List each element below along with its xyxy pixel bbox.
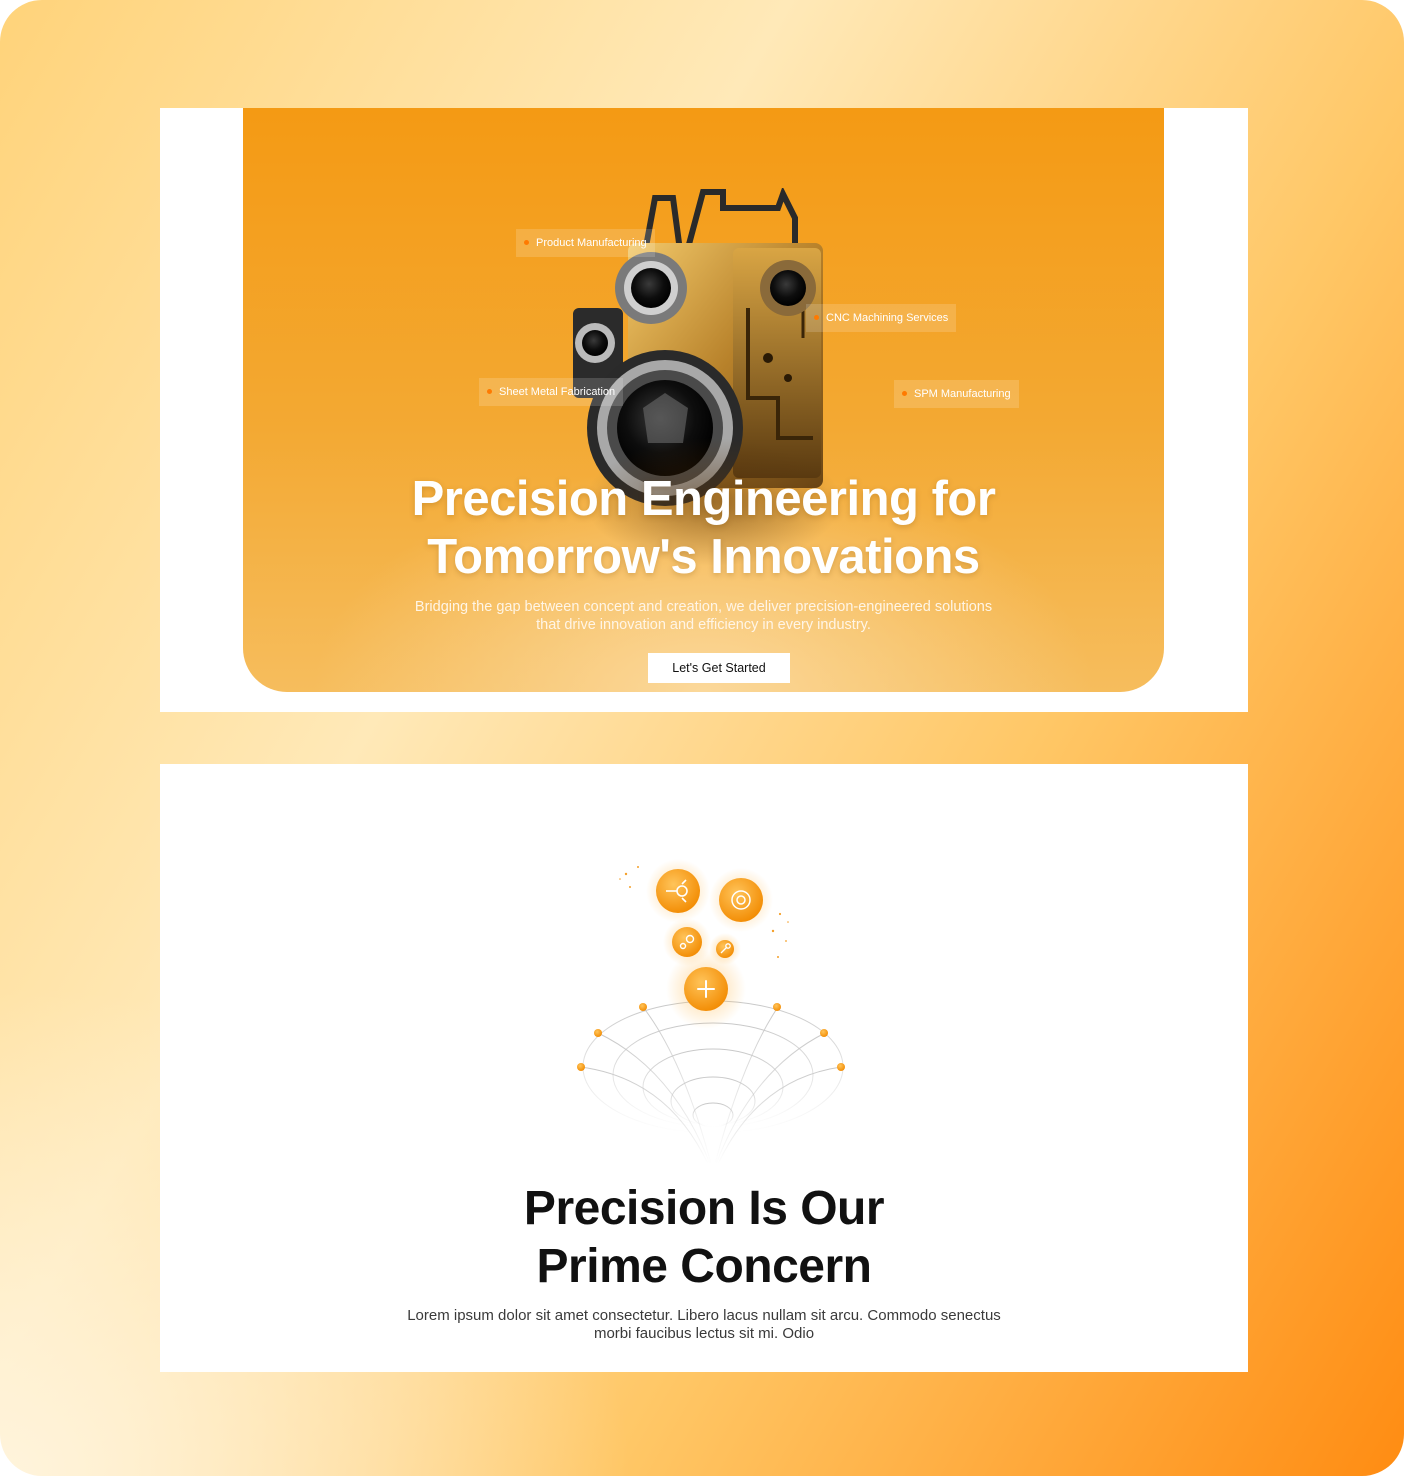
tag-label: SPM Manufacturing <box>914 388 1011 400</box>
tag-label: Sheet Metal Fabrication <box>499 386 616 398</box>
feature-subtitle-line-1: Lorem ipsum dolor sit amet consectetur. … <box>407 1307 1001 1324</box>
tag-cnc-machining: CNC Machining Services <box>806 304 957 332</box>
feature-title-line-1: Precision Is Our <box>523 1182 885 1235</box>
hero-title-line-2: Tomorrow's Innovations <box>427 530 980 584</box>
feature-title: Precision Is Our Prime Concern <box>160 1180 1248 1296</box>
gradient-backdrop: Product Manufacturing CNC Machining Serv… <box>0 0 1404 1476</box>
hero-card: Product Manufacturing CNC Machining Serv… <box>243 108 1164 692</box>
feature-subtitle-line-2: morbi faucibus lectus sit mi. Odio <box>593 1325 815 1342</box>
hero-panel: Product Manufacturing CNC Machining Serv… <box>160 108 1248 712</box>
feature-panel: Precision Is Our Prime Concern Lorem ips… <box>160 764 1248 1372</box>
get-started-button[interactable]: Let's Get Started <box>648 653 790 683</box>
hero-subtitle: Bridging the gap between concept and cre… <box>383 598 1024 634</box>
tag-label: Product Manufacturing <box>536 237 647 249</box>
tag-label: CNC Machining Services <box>826 312 949 324</box>
feature-title-line-2: Prime Concern <box>536 1240 872 1293</box>
tag-dot <box>487 389 492 394</box>
tag-product-manufacturing: Product Manufacturing <box>516 229 655 257</box>
precision-illustration <box>577 859 845 1165</box>
tag-spm-manufacturing: SPM Manufacturing <box>894 380 1019 408</box>
hero-subtitle-line-1: Bridging the gap between concept and cre… <box>414 599 993 615</box>
tag-dot <box>902 391 907 396</box>
feature-subtitle: Lorem ipsum dolor sit amet consectetur. … <box>370 1307 1038 1343</box>
tag-dot <box>814 315 819 320</box>
hero-subtitle-line-2: that drive innovation and efficiency in … <box>536 617 871 633</box>
hero-title-line-1: Precision Engineering for <box>411 472 996 526</box>
tag-sheet-metal: Sheet Metal Fabrication <box>479 378 624 406</box>
tag-dot <box>524 240 529 245</box>
hero-title: Precision Engineering for Tomorrow's Inn… <box>243 470 1164 586</box>
